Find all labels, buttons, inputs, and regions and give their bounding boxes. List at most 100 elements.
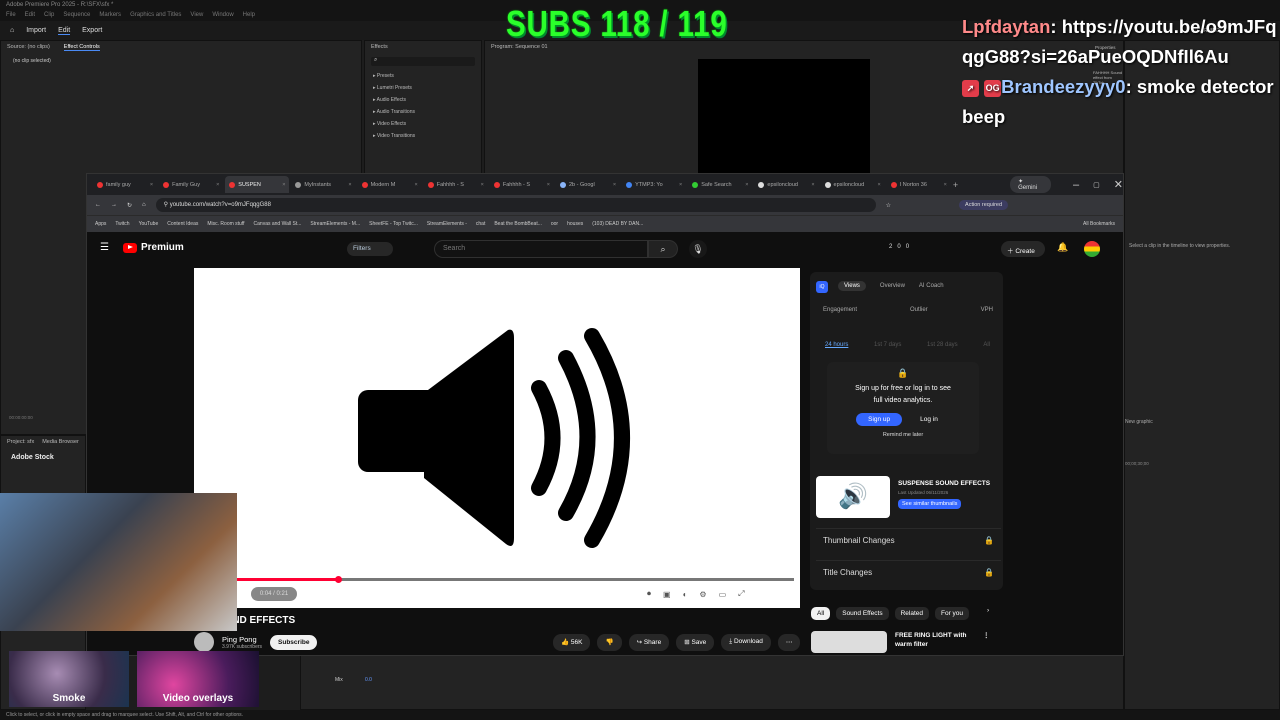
- bookmark-item[interactable]: oor: [551, 221, 558, 227]
- bookmark-item[interactable]: YouTube: [139, 221, 159, 227]
- menu-window[interactable]: Window: [212, 12, 233, 20]
- tree-video-effects[interactable]: ▸ Video Effects: [373, 118, 481, 130]
- new-tab-button[interactable]: +: [953, 180, 958, 190]
- range-7d[interactable]: 1st 7 days: [874, 342, 901, 348]
- channel-avatar[interactable]: [194, 632, 214, 652]
- download-button[interactable]: ⤓ Download: [721, 634, 771, 651]
- chip-for-you[interactable]: For you: [935, 607, 970, 620]
- bookmark-item[interactable]: Twitch: [115, 221, 129, 227]
- home-icon[interactable]: ⌂: [10, 27, 14, 34]
- chip-all[interactable]: All: [811, 607, 831, 620]
- track-mix-value[interactable]: 0.0: [365, 677, 372, 683]
- mic-icon[interactable]: 🎙: [689, 240, 707, 258]
- progress-bar[interactable]: [224, 578, 338, 581]
- vidiq-counts[interactable]: 2 0 0: [889, 244, 909, 250]
- bookmark-item[interactable]: StreamElements - M...: [310, 221, 360, 227]
- back-icon[interactable]: ←: [95, 202, 101, 208]
- adobe-stock-label[interactable]: Adobe Stock: [1, 448, 85, 467]
- autoplay-icon[interactable]: ⏺: [647, 589, 651, 599]
- effects-tab[interactable]: Effects: [371, 44, 388, 50]
- bookmark-item[interactable]: Misc. Room stuff: [207, 221, 244, 227]
- chevron-right-icon[interactable]: ›: [987, 607, 989, 620]
- browser-tab[interactable]: MyInstants ×: [291, 176, 355, 193]
- home-icon[interactable]: ⌂: [142, 202, 146, 208]
- create-button[interactable]: ＋ Create: [1001, 241, 1045, 257]
- asset-video-overlays[interactable]: Video overlays: [137, 651, 259, 707]
- browser-tab[interactable]: 2b - Googl ×: [556, 176, 620, 193]
- bookmark-star-icon[interactable]: ☆: [886, 202, 891, 209]
- menu-help[interactable]: Help: [243, 12, 255, 20]
- gemini-button[interactable]: ✦ Gemini: [1010, 176, 1051, 193]
- theater-icon[interactable]: ▭: [719, 590, 727, 599]
- browser-tab[interactable]: Fahhhh - S ×: [490, 176, 554, 193]
- share-button[interactable]: ↪ Share: [628, 634, 670, 651]
- action-required-button[interactable]: Action required: [959, 200, 1009, 210]
- browser-tab[interactable]: Family Guy ×: [159, 176, 223, 193]
- filters-button[interactable]: Filters: [347, 242, 393, 256]
- maximize-icon[interactable]: ▢: [1093, 181, 1100, 189]
- channel-name[interactable]: Ping Pong: [222, 635, 262, 644]
- toggle-icon[interactable]: ◐: [683, 590, 688, 599]
- login-button[interactable]: Log in: [908, 413, 950, 426]
- bell-icon[interactable]: 🔔: [1057, 242, 1068, 253]
- tree-lumetri[interactable]: ▸ Lumetri Presets: [373, 82, 481, 94]
- minimize-icon[interactable]: –: [1073, 179, 1079, 191]
- search-icon[interactable]: ⌕: [648, 240, 678, 258]
- rec-title[interactable]: FREE RING LIGHT with warm filter: [895, 631, 975, 653]
- youtube-logo[interactable]: Premium: [123, 242, 184, 253]
- source-tab[interactable]: Source: (no clips): [7, 44, 50, 51]
- bookmark-item[interactable]: Content Ideas: [167, 221, 198, 227]
- more-button[interactable]: ⋯: [777, 634, 801, 651]
- forward-icon[interactable]: →: [111, 202, 117, 208]
- address-bar[interactable]: ⚲ youtube.com/watch?v=o9mJFqqgG88: [155, 198, 876, 212]
- promo-thumbnail[interactable]: 🔊: [816, 476, 890, 518]
- browser-tab[interactable]: family guy ×: [93, 176, 157, 193]
- close-icon[interactable]: ✕: [1114, 178, 1123, 191]
- vidiq-icon[interactable]: ▣: [663, 590, 671, 599]
- range-24h[interactable]: 24 hours: [825, 342, 848, 348]
- title-changes-row[interactable]: Title Changes 🔒: [816, 560, 1001, 586]
- menu-clip[interactable]: Clip: [44, 12, 54, 20]
- thumbnail-changes-row[interactable]: Thumbnail Changes 🔒: [816, 528, 1001, 554]
- menu-edit[interactable]: Edit: [25, 12, 35, 20]
- bookmark-item[interactable]: Apps: [95, 221, 106, 227]
- like-button[interactable]: 👍 56K: [553, 634, 591, 651]
- recommended-video[interactable]: FREE RING LIGHT with warm filter ⋮: [811, 631, 990, 653]
- bookmark-item[interactable]: Beat the BombBeat...: [494, 221, 542, 227]
- tab-export[interactable]: Export: [82, 27, 102, 34]
- settings-icon[interactable]: ⚙: [699, 590, 706, 599]
- browser-tab[interactable]: I Norton 36 ×: [887, 176, 951, 193]
- browser-tab[interactable]: epsiloncloud ×: [754, 176, 818, 193]
- search-input[interactable]: Search: [434, 240, 648, 258]
- chip-sound-effects[interactable]: Sound Effects: [836, 607, 889, 620]
- chip-related[interactable]: Related: [894, 607, 929, 620]
- menu-icon[interactable]: ☰: [100, 242, 109, 253]
- tab-overview[interactable]: Overview: [880, 281, 905, 291]
- browser-tab-active[interactable]: SUSPEN ×: [225, 176, 290, 193]
- tab-views[interactable]: Views: [838, 281, 866, 291]
- bookmark-item[interactable]: StreamElements -: [427, 221, 467, 227]
- bookmark-item[interactable]: houses: [567, 221, 583, 227]
- menu-markers[interactable]: Markers: [99, 12, 121, 20]
- browser-tab[interactable]: YTMP3: Yo ×: [622, 176, 686, 193]
- rec-thumbnail[interactable]: [811, 631, 887, 653]
- project-tab[interactable]: Project: sfx: [7, 439, 34, 445]
- menu-sequence[interactable]: Sequence: [63, 12, 90, 20]
- tree-audio-effects[interactable]: ▸ Audio Effects: [373, 94, 481, 106]
- subscribe-button[interactable]: Subscribe: [270, 634, 318, 650]
- browser-tab[interactable]: Modern M ×: [358, 176, 422, 193]
- dislike-button[interactable]: 👎: [597, 634, 622, 651]
- browser-tab[interactable]: Safe Search ×: [688, 176, 752, 193]
- fullscreen-icon[interactable]: ⤢: [738, 589, 744, 599]
- save-button[interactable]: ⊞ Save: [676, 634, 715, 651]
- menu-graphics[interactable]: Graphics and Titles: [130, 12, 181, 20]
- more-vert-icon[interactable]: ⋮: [983, 631, 990, 653]
- all-bookmarks[interactable]: All Bookmarks: [1083, 221, 1123, 227]
- similar-thumbnails-button[interactable]: See similar thumbnails: [898, 499, 962, 509]
- effects-search-input[interactable]: ⌕: [371, 57, 475, 66]
- bookmark-item[interactable]: SheetFE - Top Twitc...: [369, 221, 418, 227]
- remind-later-link[interactable]: Remind me later: [827, 432, 979, 438]
- browser-tab[interactable]: Fahhhh - S ×: [424, 176, 488, 193]
- program-monitor[interactable]: [698, 59, 870, 174]
- browser-tab[interactable]: epsiloncloud ×: [821, 176, 885, 193]
